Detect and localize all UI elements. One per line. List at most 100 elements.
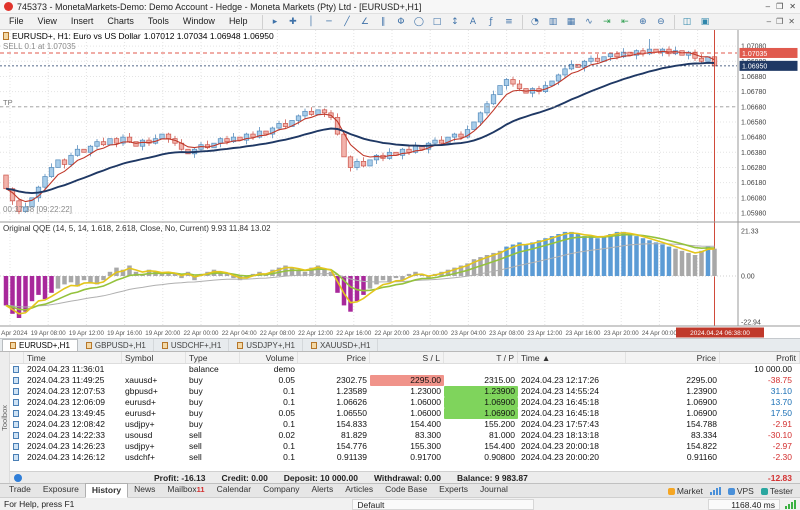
chart-restore-button[interactable]: ❒ [776,17,783,26]
price-chart[interactable]: 1.070801.069801.068801.067801.066801.065… [0,30,800,338]
toolbox-tab-journal[interactable]: Journal [474,483,514,498]
menu-help[interactable]: Help [222,14,255,29]
history-cell: 2024.04.23 16:45:18 [518,397,626,408]
toolbox-side-label[interactable]: Toolbox [0,352,10,483]
objects-list-icon[interactable]: ≡ [500,15,517,29]
market-button[interactable]: Market [668,486,703,496]
menu-charts[interactable]: Charts [100,14,141,29]
cursor-icon[interactable]: ▸ [266,15,283,29]
toolbox-tab-calendar[interactable]: Calendar [211,483,258,498]
chart-tab-eurusd-h1[interactable]: EURUSD+,H1 [2,339,78,351]
vps-button[interactable]: VPS [728,486,754,496]
column-header-time[interactable]: Time [24,352,122,363]
column-header-price[interactable]: Price [298,352,370,363]
chart-tab-usdchf-h1[interactable]: USDCHF+,H1 [155,339,229,351]
time-axis: 19 Apr 202419 Apr 08:0019 Apr 12:0019 Ap… [0,330,716,337]
vertical-line-icon[interactable]: │ [302,15,319,29]
zoom-in-icon[interactable]: ⊕ [634,15,651,29]
column-header-volume[interactable]: Volume [240,352,298,363]
chart-shift-icon[interactable]: ⇤ [616,15,633,29]
equidistant-channel-icon[interactable]: ∥ [374,15,391,29]
horizontal-line-icon[interactable]: ─ [320,15,337,29]
history-row[interactable]: 2024.04.23 12:08:42usdjpy+buy0.1154.8331… [10,419,800,430]
zoom-out-icon[interactable]: ⊖ [652,15,669,29]
ellipse-icon[interactable]: ◯ [410,15,427,29]
history-cell: 0.1 [240,419,298,430]
bar-chart-icon[interactable]: ▥ [544,15,561,29]
trendline-icon[interactable]: ╱ [338,15,355,29]
tester-button[interactable]: Tester [761,486,793,496]
menu-view[interactable]: View [31,14,64,29]
toolbox-tab-alerts[interactable]: Alerts [306,483,340,498]
menu-tools[interactable]: Tools [141,14,176,29]
new-chart-icon[interactable]: ▣ [696,15,713,29]
arrows-icon[interactable]: ↕ [446,15,463,29]
text-icon[interactable]: A [464,15,481,29]
trend-angle-icon[interactable]: ∠ [356,15,373,29]
history-row[interactable]: 2024.04.23 14:22:33usousdsell0.0281.8298… [10,430,800,441]
profile-selector[interactable]: Default [352,499,534,510]
history-cell: eurusd+ [122,397,186,408]
column-header-price[interactable]: Price [626,352,720,363]
svg-text:23 Apr 16:00: 23 Apr 16:00 [566,330,601,337]
column-header-type[interactable]: Type [186,352,240,363]
auto-scroll-icon[interactable]: ⇥ [598,15,615,29]
toolbox-tab-mailbox[interactable]: Mailbox11 [161,483,210,498]
tile-windows-icon[interactable]: ◫ [678,15,695,29]
menu-file[interactable]: File [2,14,31,29]
history-row[interactable]: 2024.04.23 14:26:23usdjpy+sell0.1154.776… [10,441,800,452]
menu-insert[interactable]: Insert [64,14,101,29]
column-header-profit[interactable]: Profit [720,352,800,363]
rectangle-icon[interactable]: □ [428,15,445,29]
chart-tab-label: USDJPY+,H1 [246,341,295,350]
market-icon [668,488,675,495]
svg-text:1.06180: 1.06180 [741,180,766,187]
svg-text:22 Apr 04:00: 22 Apr 04:00 [222,330,257,337]
column-header-symbol[interactable]: Symbol [122,352,186,363]
toolbox-tab-articles[interactable]: Articles [339,483,379,498]
history-cell: 2024.04.23 11:49:25 [24,375,122,386]
indicators-icon[interactable]: ƒ [482,15,499,29]
toolbox-tab-experts[interactable]: Experts [433,483,474,498]
deal-icon [13,421,19,428]
crosshair-icon[interactable]: ✚ [284,15,301,29]
toolbox-tab-history[interactable]: History [85,483,128,498]
chart-tab-xauusd-h1[interactable]: XAUUSD+,H1 [304,339,378,351]
toolbox-tab-company[interactable]: Company [257,483,305,498]
svg-text:23 Apr 04:00: 23 Apr 04:00 [451,330,486,337]
toolbox-tab-exposure[interactable]: Exposure [37,483,85,498]
line-chart-icon[interactable]: ∿ [580,15,597,29]
toolbox-tab-trade[interactable]: Trade [3,483,37,498]
fibonacci-icon[interactable]: Φ [392,15,409,29]
maximize-button[interactable]: ❒ [776,1,783,13]
chart-area[interactable]: 1.070801.069801.068801.067801.066801.065… [0,30,800,338]
menu-window[interactable]: Window [176,14,222,29]
history-row[interactable]: 2024.04.23 12:06:09eurusd+buy0.11.066261… [10,397,800,408]
close-button[interactable]: ✕ [789,1,796,13]
svg-text:19 Apr 20:00: 19 Apr 20:00 [145,330,180,337]
chart-minimize-button[interactable]: – [767,17,771,26]
chart-tab-gbpusd-h1[interactable]: GBPUSD+,H1 [79,339,154,351]
history-cell: 2315.00 [444,375,518,386]
tick-chart-icon[interactable]: ◔ [526,15,543,29]
candle-series [4,39,717,214]
history-row[interactable]: 2024.04.23 14:26:12usdchf+sell0.10.91139… [10,452,800,463]
column-header-sl[interactable]: S / L [370,352,444,363]
chart-close-button[interactable]: ✕ [788,17,795,26]
history-row[interactable]: 2024.04.23 11:36:01balancedemo10 000.00 [10,364,800,375]
chart-tab-usdjpy-h1[interactable]: USDJPY+,H1 [230,339,303,351]
candle-chart-icon[interactable]: ▦ [562,15,579,29]
column-header-time[interactable]: Time ▲ [518,352,626,363]
toolbox-tab-news[interactable]: News [128,483,161,498]
window-controls: – ❒ ✕ [766,1,796,13]
history-row[interactable]: 2024.04.23 12:07:53gbpusd+buy0.11.235891… [10,386,800,397]
history-cell: 2024.04.23 14:26:12 [24,452,122,463]
signals-icon[interactable] [710,487,721,495]
minimize-button[interactable]: – [766,1,770,13]
toolbox-tab-code-base[interactable]: Code Base [379,483,433,498]
history-row[interactable]: 2024.04.23 11:49:25xauusd+buy0.052302.75… [10,375,800,386]
history-cell: 155.300 [370,441,444,452]
menu-bar: FileViewInsertChartsToolsWindowHelp ▸✚│─… [0,14,800,30]
column-header-tp[interactable]: T / P [444,352,518,363]
history-row[interactable]: 2024.04.23 13:49:45eurusd+buy0.051.06550… [10,408,800,419]
